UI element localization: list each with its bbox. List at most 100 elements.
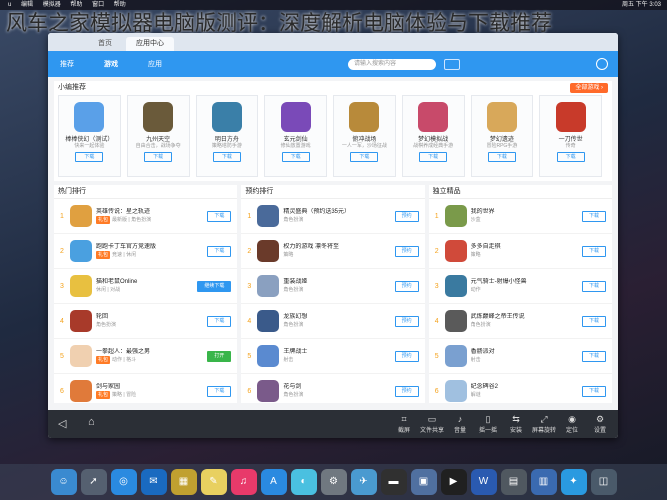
app-icon[interactable] — [143, 102, 174, 132]
home-icon[interactable]: ⌂ — [88, 416, 95, 428]
rank-row[interactable]: 1 英雄传说：星之轨迹 礼包 最新版 | 角色扮演 下载 — [54, 199, 238, 234]
action-button[interactable]: 预约 — [394, 211, 419, 222]
rank-row[interactable]: 4 武炼巅峰之帝王传说 角色扮演 下载 — [428, 304, 612, 339]
action-button[interactable]: 下载 — [581, 246, 606, 257]
app-icon[interactable] — [74, 102, 105, 132]
app-icon[interactable] — [257, 345, 280, 367]
app-icon[interactable] — [486, 102, 517, 132]
app-card[interactable]: 梦幻遗迹 冒险RPG手游 下载 — [470, 95, 534, 177]
rank-row[interactable]: 5 王牌战士 射击 预约 — [241, 339, 425, 374]
app-icon[interactable] — [444, 275, 467, 297]
rank-row[interactable]: 2 跑跑卡丁车官方竞速版 礼包 竞速 | 休闲 下载 — [54, 234, 238, 269]
menu-item[interactable]: u — [8, 2, 11, 8]
rank-row[interactable]: 4 轮回 角色扮演 下载 — [54, 304, 238, 339]
app-icon[interactable] — [444, 380, 467, 402]
rank-row[interactable]: 1 我的世界 沙盒 下载 — [428, 199, 612, 234]
app-card[interactable]: 明日方舟 策略塔防手游 下载 — [195, 95, 259, 177]
app-card[interactable]: 俯冲战场 一人一军，沙场征战 下载 — [333, 95, 396, 177]
dock-app-icon[interactable]: ▬ — [380, 469, 407, 495]
rank-row[interactable]: 2 权力的游戏 凛冬将至 策略 预约 — [241, 234, 425, 269]
app-icon[interactable] — [444, 345, 467, 367]
app-card[interactable]: 一刀传世 传奇 下载 — [539, 95, 602, 177]
nav-recommend[interactable]: 推荐 — [60, 59, 74, 69]
dock-app-icon[interactable]: ▶ — [440, 469, 467, 495]
app-icon[interactable] — [444, 205, 467, 227]
action-button[interactable]: 预约 — [394, 246, 419, 257]
rank-row[interactable]: 6 剑与家园 礼包 策略 | 冒险 下载 — [54, 374, 237, 403]
app-icon[interactable] — [555, 102, 586, 132]
action-button[interactable]: 下载 — [581, 316, 606, 327]
user-avatar-icon[interactable] — [596, 58, 608, 70]
dock-app-icon[interactable]: ➚ — [80, 469, 107, 495]
app-icon[interactable] — [349, 102, 380, 132]
rank-row[interactable]: 6 纪念碑谷2 解谜 下载 — [429, 374, 612, 403]
rank-row[interactable]: 5 香肠派对 射击 下载 — [428, 339, 612, 374]
tab-home[interactable]: 首页 — [88, 37, 122, 51]
action-button[interactable]: 打开 — [207, 351, 232, 362]
nav-games[interactable]: 游戏 — [104, 59, 118, 69]
rank-row[interactable]: 4 龙族幻想 角色扮演 预约 — [241, 304, 425, 339]
app-icon[interactable] — [257, 275, 280, 297]
dock-app-icon[interactable]: ♫ — [230, 469, 257, 495]
action-button[interactable]: 预约 — [394, 281, 419, 292]
app-icon[interactable] — [444, 240, 467, 262]
app-icon[interactable] — [418, 102, 449, 132]
app-icon[interactable] — [257, 380, 280, 402]
dock-app-icon[interactable]: W — [470, 469, 497, 495]
action-button[interactable]: 预约 — [394, 316, 419, 327]
app-icon[interactable] — [70, 380, 92, 402]
dock-app-icon[interactable]: ▤ — [500, 469, 527, 495]
download-button[interactable]: 下载 — [487, 152, 516, 162]
toolbar-tool[interactable]: ♪ 音量 — [446, 413, 474, 434]
rank-row[interactable]: 3 重装战姬 角色扮演 预约 — [241, 269, 425, 304]
toolbar-tool[interactable]: ⚙ 设置 — [586, 413, 614, 434]
app-icon[interactable] — [444, 310, 467, 332]
dock-app-icon[interactable]: ◎ — [110, 469, 137, 495]
dock-app-icon[interactable]: ▣ — [410, 469, 437, 495]
action-button[interactable]: 下载 — [207, 316, 232, 327]
dock-app-icon[interactable]: ⚙ — [320, 469, 347, 495]
all-games-button[interactable]: 全部游戏 › — [570, 83, 608, 93]
toolbar-tool[interactable]: ◉ 定位 — [558, 413, 586, 434]
rank-row[interactable]: 6 花与剑 角色扮演 预约 — [241, 374, 424, 403]
menu-item[interactable]: 帮助 — [70, 2, 82, 8]
action-button[interactable]: 下载 — [581, 211, 606, 222]
toolbar-tool[interactable]: ▯ 摇一摇 — [474, 413, 502, 434]
search-input[interactable]: 请输入搜索内容 — [348, 58, 436, 70]
app-icon[interactable] — [280, 102, 311, 132]
dock-app-icon[interactable]: ☺ — [50, 469, 77, 495]
menu-item[interactable]: 编辑 — [21, 2, 33, 8]
toolbar-tool[interactable]: ⇆ 安装 — [502, 413, 530, 434]
app-card[interactable]: 玄元剑仙 修仙放置游戏 下载 — [264, 95, 327, 177]
dock-app-icon[interactable]: ◫ — [590, 469, 617, 495]
app-card[interactable]: 棒棒侠幻（测试） 快来一起体验 下载 — [58, 95, 121, 177]
download-button[interactable]: 下载 — [281, 152, 310, 162]
download-button[interactable]: 下载 — [212, 152, 241, 162]
dock-app-icon[interactable]: ▥ — [530, 469, 557, 495]
tab-app-center[interactable]: 应用中心 — [126, 37, 174, 51]
dock-app-icon[interactable]: A — [260, 469, 287, 495]
action-button[interactable]: 下载 — [581, 281, 606, 292]
download-button[interactable]: 下载 — [144, 152, 173, 162]
dock-app-icon[interactable]: ✉ — [140, 469, 167, 495]
download-button[interactable]: 下载 — [75, 152, 104, 162]
app-icon[interactable] — [70, 275, 92, 297]
nav-apps[interactable]: 应用 — [148, 59, 162, 69]
dock-app-icon[interactable]: ✦ — [560, 469, 587, 495]
rank-row[interactable]: 1 精灵盛典（预约送35元） 角色扮演 预约 — [241, 199, 425, 234]
action-button[interactable]: 下载 — [581, 351, 606, 362]
app-icon[interactable] — [70, 310, 92, 332]
app-icon[interactable] — [211, 102, 242, 132]
back-icon[interactable]: ◁ — [58, 417, 66, 430]
app-icon[interactable] — [257, 205, 280, 227]
rank-row[interactable]: 2 多多自走棋 策略 下载 — [428, 234, 612, 269]
action-button[interactable]: 下载 — [207, 386, 232, 397]
app-icon[interactable] — [70, 240, 92, 262]
download-button[interactable]: 下载 — [419, 152, 448, 162]
dock-app-icon[interactable]: ▦ — [170, 469, 197, 495]
rank-row[interactable]: 5 一拳超人：最强之男 礼包 动作 | 格斗 打开 — [54, 339, 238, 374]
menu-item[interactable]: 模拟器 — [43, 2, 61, 8]
action-button[interactable]: 下载 — [581, 386, 606, 397]
download-button[interactable]: 下载 — [350, 152, 379, 162]
download-manager-icon[interactable] — [444, 58, 460, 70]
